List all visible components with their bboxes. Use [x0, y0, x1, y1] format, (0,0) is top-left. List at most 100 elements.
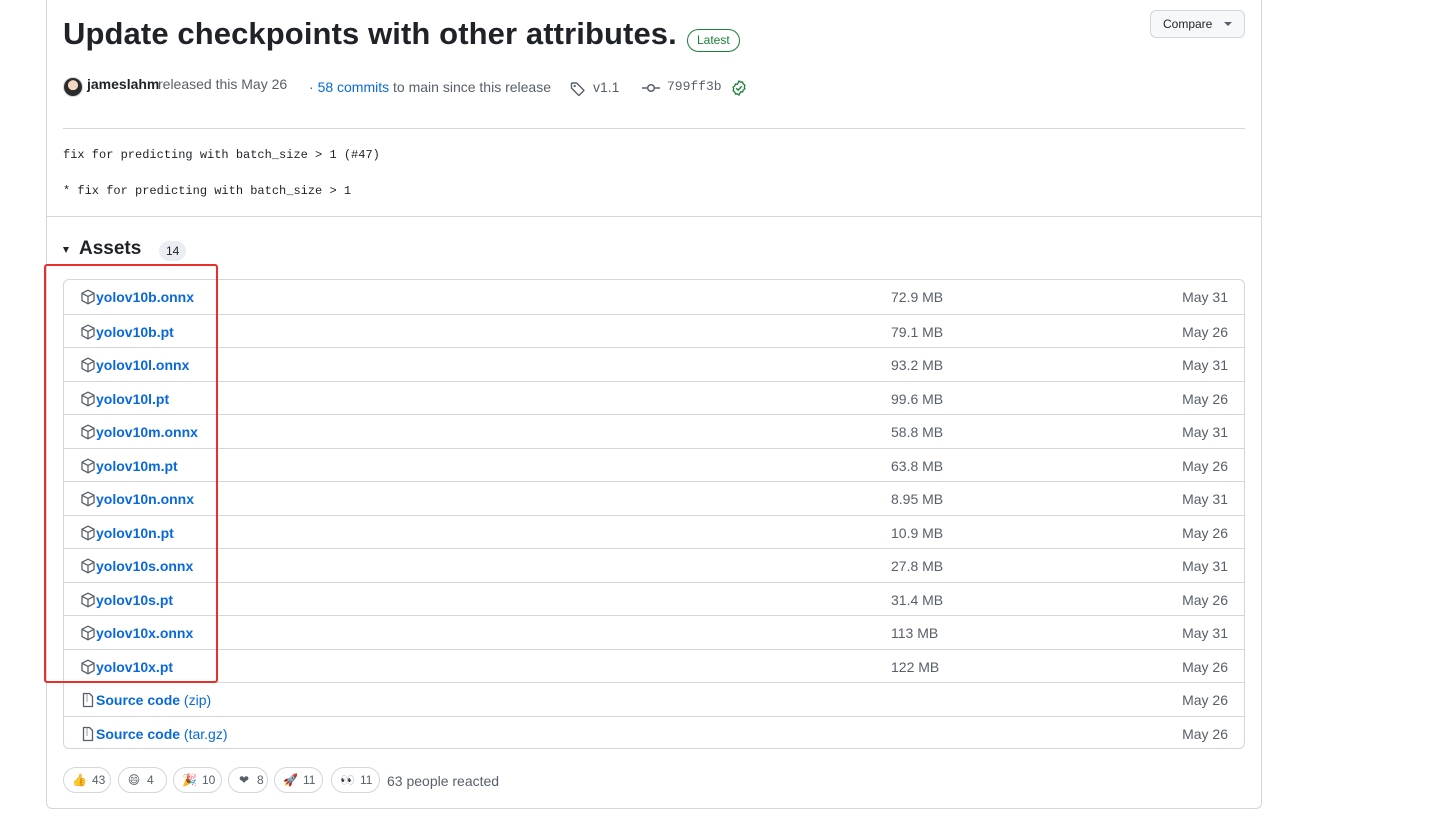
package-icon — [80, 289, 96, 310]
source-code-row: Source code (tar.gz) May 26 — [64, 715, 1244, 749]
asset-link[interactable]: yolov10m.onnx — [96, 424, 198, 440]
reaction-count: 11 — [303, 773, 316, 787]
source-code-format: (tar.gz) — [183, 725, 228, 742]
reaction-laugh-button[interactable]: 😄 4 — [118, 767, 167, 793]
released-text: released this May 26 — [158, 76, 288, 92]
reactions-summary: 63 people reacted — [387, 773, 500, 789]
asset-date: May 26 — [1182, 524, 1228, 541]
source-code-label: Source code — [96, 725, 181, 742]
asset-size: 99.6 MB — [891, 390, 944, 407]
package-icon — [80, 324, 96, 345]
divider — [47, 216, 1261, 217]
asset-date: May 31 — [1182, 558, 1228, 574]
eyes-icon: 👀 — [340, 773, 355, 787]
source-code-label: Source code — [96, 692, 181, 708]
asset-link[interactable]: yolov10s.pt — [96, 592, 173, 608]
asset-date: May 31 — [1182, 424, 1228, 440]
package-icon — [80, 391, 96, 412]
asset-size: 79.1 MB — [891, 323, 944, 340]
asset-link[interactable]: yolov10l.pt — [96, 391, 169, 407]
asset-size: 93.2 MB — [891, 357, 944, 373]
triangle-down-icon[interactable] — [63, 247, 69, 253]
verified-check-icon[interactable] — [731, 80, 747, 96]
asset-link[interactable]: yolov10l.onnx — [96, 357, 189, 373]
asset-row: yolov10s.onnx 27.8 MB May 31 — [64, 548, 1244, 582]
reaction-count: 11 — [360, 773, 373, 787]
asset-size: 31.4 MB — [891, 591, 944, 608]
chevron-down-icon — [1224, 22, 1232, 26]
hooray-icon: 🎉 — [182, 773, 197, 787]
asset-date: May 31 — [1182, 289, 1228, 305]
reaction-heart-button[interactable]: ❤ 8 — [228, 767, 268, 793]
commits-suffix: to main since this release — [393, 79, 551, 95]
reaction-count: 8 — [257, 773, 264, 787]
tag-icon — [570, 82, 585, 97]
package-icon — [80, 625, 96, 646]
asset-date: May 26 — [1182, 725, 1228, 742]
asset-row: yolov10b.onnx 72.9 MB May 31 — [64, 280, 1244, 314]
asset-size: 122 MB — [891, 658, 940, 675]
asset-row: yolov10b.pt 79.1 MB May 26 — [64, 313, 1244, 348]
asset-date: May 31 — [1182, 491, 1228, 507]
divider — [63, 128, 1245, 129]
reaction-count: 10 — [202, 773, 216, 787]
commit-icon — [642, 83, 660, 93]
asset-link[interactable]: yolov10m.pt — [96, 458, 178, 474]
package-icon — [80, 491, 96, 512]
source-code-link[interactable]: Source code (tar.gz) — [96, 726, 228, 742]
tag-link[interactable]: v1.1 — [593, 79, 619, 95]
file-zip-icon — [80, 726, 96, 747]
commits-link[interactable]: 58 commits — [318, 79, 390, 95]
asset-date: May 26 — [1182, 390, 1228, 407]
asset-size: 72.9 MB — [891, 289, 944, 305]
asset-link[interactable]: yolov10n.onnx — [96, 491, 194, 507]
commits-separator: · — [309, 79, 314, 95]
package-icon — [80, 424, 96, 445]
reaction-thumbs-up-button[interactable]: 👍 43 — [63, 767, 111, 793]
asset-link[interactable]: yolov10s.onnx — [96, 558, 193, 574]
compare-label: Compare — [1163, 17, 1213, 31]
package-icon — [80, 357, 96, 378]
asset-link[interactable]: yolov10x.onnx — [96, 625, 193, 641]
asset-link[interactable]: yolov10x.pt — [96, 659, 173, 675]
asset-size: 27.8 MB — [891, 558, 944, 574]
reaction-hooray-button[interactable]: 🎉 10 — [173, 767, 222, 793]
asset-row: yolov10n.onnx 8.95 MB May 31 — [64, 481, 1244, 515]
asset-link[interactable]: yolov10n.pt — [96, 525, 174, 541]
asset-link[interactable]: yolov10b.onnx — [96, 289, 194, 305]
asset-date: May 26 — [1182, 658, 1228, 675]
asset-size: 113 MB — [891, 625, 939, 641]
asset-size: 10.9 MB — [891, 524, 944, 541]
package-icon — [80, 558, 96, 579]
asset-size: 58.8 MB — [891, 424, 944, 440]
asset-row: yolov10l.pt 99.6 MB May 26 — [64, 380, 1244, 415]
asset-row: yolov10x.pt 122 MB May 26 — [64, 648, 1244, 683]
asset-date: May 31 — [1182, 357, 1228, 373]
avatar[interactable] — [63, 77, 83, 97]
author-link[interactable]: jameslahm — [87, 76, 159, 92]
compare-button[interactable]: Compare — [1150, 10, 1245, 38]
assets-count-badge: 14 — [159, 241, 187, 261]
asset-size: 63.8 MB — [891, 457, 944, 474]
asset-date: May 26 — [1182, 692, 1228, 708]
package-icon — [80, 458, 96, 479]
package-icon — [80, 525, 96, 546]
assets-heading[interactable]: Assets — [79, 238, 141, 260]
release-title: Update checkpoints with other attributes… — [63, 16, 677, 51]
asset-date: May 26 — [1182, 323, 1228, 340]
source-code-link[interactable]: Source code (zip) — [96, 692, 211, 708]
rocket-icon: 🚀 — [283, 773, 298, 787]
reaction-rocket-button[interactable]: 🚀 11 — [274, 767, 323, 793]
asset-row: yolov10n.pt 10.9 MB May 26 — [64, 514, 1244, 549]
asset-date: May 26 — [1182, 457, 1228, 474]
asset-row: yolov10x.onnx 113 MB May 31 — [64, 615, 1244, 649]
commit-sha-link[interactable]: 799ff3b — [667, 79, 722, 94]
asset-link[interactable]: yolov10b.pt — [96, 324, 174, 340]
asset-row: yolov10m.onnx 58.8 MB May 31 — [64, 414, 1244, 448]
reaction-eyes-button[interactable]: 👀 11 — [331, 767, 380, 793]
package-icon — [80, 659, 96, 680]
asset-size: 8.95 MB — [891, 491, 944, 507]
asset-row: yolov10l.onnx 93.2 MB May 31 — [64, 347, 1244, 381]
asset-date: May 31 — [1182, 625, 1228, 641]
release-note-line: fix for predicting with batch_size > 1 (… — [63, 148, 380, 162]
